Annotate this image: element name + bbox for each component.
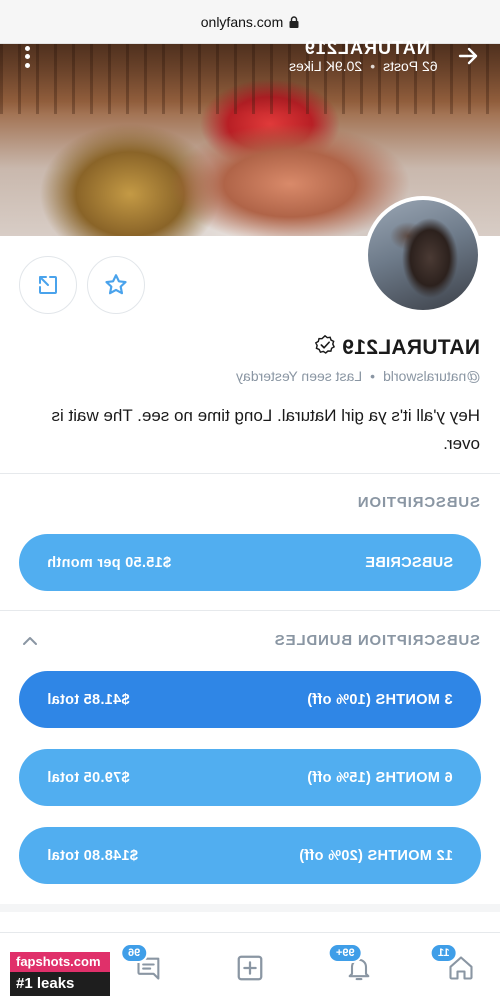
share-button[interactable] bbox=[19, 256, 77, 314]
profile-meta: @naturalsworld • Last seen Yesterday bbox=[236, 368, 481, 384]
cover-header: NATURAL219 62 Posts • 20.9K Likes bbox=[0, 38, 500, 104]
subscription-title: SUBSCRIPTION bbox=[357, 494, 480, 511]
subscribe-button[interactable]: $15.50 per month SUBSCRIBE bbox=[19, 534, 481, 591]
home-badge: 11 bbox=[430, 943, 458, 963]
profile-name: NATURAL219 bbox=[342, 335, 480, 359]
favorite-button[interactable] bbox=[87, 256, 145, 314]
messages-badge: 96 bbox=[120, 943, 149, 963]
bundle-12-months-button[interactable]: $148.80 total 12 MONTHS (20% off) bbox=[19, 827, 481, 884]
section-spacer bbox=[0, 904, 500, 912]
share-icon bbox=[39, 276, 57, 294]
bundle-price: $148.80 total bbox=[47, 847, 138, 864]
add-post-nav-item[interactable] bbox=[233, 951, 267, 985]
bundle-label: 6 MONTHS (15% off) bbox=[307, 769, 453, 786]
divider bbox=[0, 473, 500, 474]
profile-bio: Hey y'all it's ya girl Natural. Long tim… bbox=[51, 406, 480, 453]
profile-name-row: NATURAL219 bbox=[314, 334, 480, 361]
notifications-badge: 99+ bbox=[328, 943, 363, 963]
cover-stats: 62 Posts • 20.9K Likes bbox=[289, 58, 438, 74]
watermark: fapshots.com #1 leaks bbox=[10, 952, 110, 996]
subscribe-price: $15.50 per month bbox=[47, 554, 172, 571]
avatar-image bbox=[368, 200, 478, 310]
bundle-price: $41.85 total bbox=[47, 691, 130, 708]
bundles-title: SUBSCRIPTION BUNDLES bbox=[273, 632, 480, 649]
likes-count: 20.9K Likes bbox=[289, 58, 363, 74]
bundle-label: 3 MONTHS (10% off) bbox=[307, 691, 453, 708]
watermark-site: fapshots.com bbox=[10, 952, 110, 972]
cover-profile-name: NATURAL219 bbox=[304, 38, 430, 58]
more-options-icon[interactable] bbox=[18, 44, 36, 70]
profile-handle[interactable]: @naturalsworld bbox=[383, 368, 480, 384]
bundle-price: $79.05 total bbox=[47, 769, 130, 786]
bundle-3-months-button[interactable]: $41.85 total 3 MONTHS (10% off) bbox=[19, 671, 481, 728]
bundle-label: 12 MONTHS (20% off) bbox=[299, 847, 453, 864]
lock-icon bbox=[289, 15, 299, 28]
last-seen: Last seen Yesterday bbox=[235, 368, 362, 384]
verified-icon bbox=[314, 334, 336, 361]
stats-separator: • bbox=[370, 58, 376, 74]
messages-nav-item[interactable]: 96 bbox=[120, 943, 166, 985]
posts-count: 62 Posts bbox=[383, 58, 438, 74]
subscribe-label: SUBSCRIBE bbox=[364, 554, 453, 571]
url-text[interactable]: onlyfans.com bbox=[201, 14, 283, 30]
bundle-6-months-button[interactable]: $79.05 total 6 MONTHS (15% off) bbox=[19, 749, 481, 806]
home-nav-item[interactable]: 11 bbox=[430, 943, 478, 985]
watermark-tagline: #1 leaks bbox=[10, 972, 110, 996]
notifications-nav-item[interactable]: 99+ bbox=[328, 943, 376, 985]
star-icon bbox=[105, 274, 127, 295]
meta-separator: • bbox=[369, 368, 375, 384]
chevron-up-icon[interactable] bbox=[22, 633, 38, 649]
add-post-icon bbox=[237, 955, 263, 981]
avatar[interactable] bbox=[364, 196, 482, 314]
divider bbox=[0, 610, 500, 611]
back-arrow-icon[interactable] bbox=[456, 44, 480, 68]
